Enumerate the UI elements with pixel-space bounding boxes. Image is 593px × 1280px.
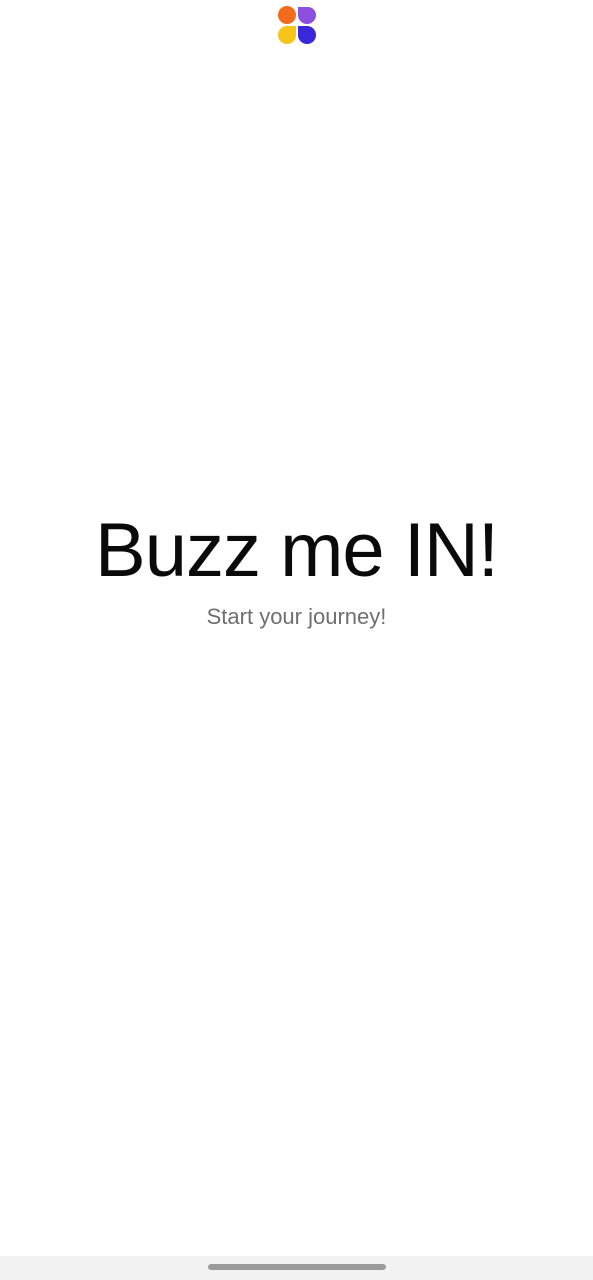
splash-screen: Buzz me IN! Start your journey! [0, 0, 593, 1280]
system-navigation-bar [0, 1256, 593, 1280]
splash-title: Buzz me IN! [95, 508, 499, 593]
logo-yellow-petal [278, 26, 296, 44]
logo-blue-petal [298, 26, 316, 44]
app-logo-icon [277, 5, 317, 45]
logo-orange-petal [278, 6, 296, 24]
logo-purple-petal [298, 7, 316, 24]
home-indicator-bar[interactable] [208, 1264, 386, 1270]
splash-subtitle: Start your journey! [206, 604, 387, 629]
